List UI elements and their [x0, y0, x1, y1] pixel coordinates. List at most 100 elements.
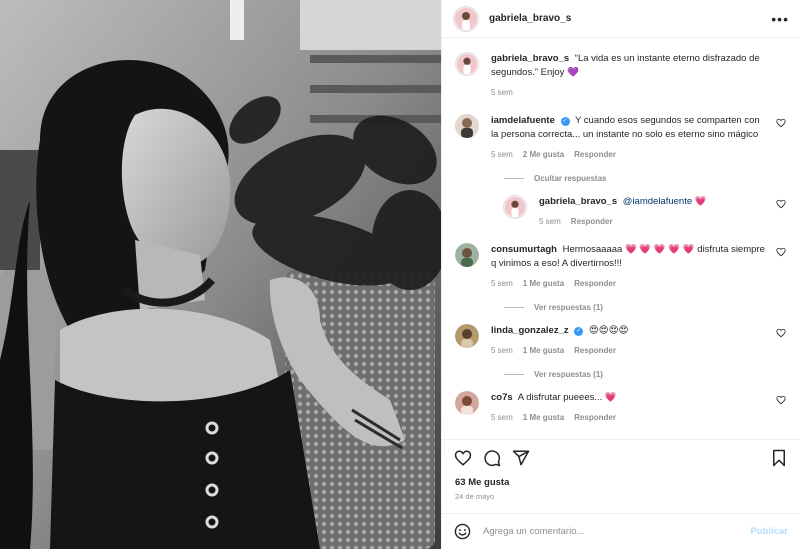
reply-text-block: gabriela_bravo_s @iamdelafuente 💗: [539, 195, 768, 209]
post-header: gabriela_bravo_s •••: [442, 0, 800, 38]
comment-icon[interactable]: [483, 449, 501, 467]
caption-emoji: 💜: [567, 67, 579, 78]
reply-item: gabriela_bravo_s @iamdelafuente 💗 5 sem …: [503, 195, 786, 229]
verified-badge-icon: ✓: [574, 327, 584, 336]
comment-meta: 5 sem 1 Me gusta Responder: [491, 411, 768, 425]
comment-emoji: 💗 💗 💗 💗 💗: [624, 244, 695, 255]
instagram-post-modal: gabriela_bravo_s ••• gabriela_bravo_s “L: [0, 0, 800, 549]
reply-button[interactable]: Responder: [571, 215, 613, 229]
replies-divider: [504, 178, 524, 179]
post-side-panel: gabriela_bravo_s ••• gabriela_bravo_s “L: [441, 0, 800, 549]
smiley-icon[interactable]: [454, 523, 471, 540]
post-actions-bar: [442, 439, 800, 475]
likes-count[interactable]: 63 Me gusta: [442, 475, 800, 488]
commenter-avatar[interactable]: [455, 324, 479, 348]
reply-avatar-image: [505, 197, 525, 217]
reply-button[interactable]: Responder: [574, 277, 616, 291]
comment-item: co7s A disfrutar pueees... 💗 5 sem 1 Me …: [455, 391, 786, 425]
reply-button[interactable]: Responder: [574, 148, 616, 162]
comment-body: iamdelafuente ✓ Y cuando esos segundos s…: [491, 114, 786, 162]
reply-button[interactable]: Responder: [574, 344, 616, 358]
reply-meta: 5 sem Responder: [539, 215, 768, 229]
commenter-avatar-image: [455, 324, 479, 348]
add-comment-bar: Publicar: [442, 513, 800, 549]
comment-item: linda_gonzalez_z ✓ 😍😍😍😍 5 sem 1 Me gusta…: [455, 324, 786, 358]
bookmark-icon[interactable]: [770, 449, 788, 467]
verified-badge-icon: ✓: [560, 117, 570, 126]
more-horizontal-icon[interactable]: •••: [771, 11, 789, 27]
reply-mention[interactable]: @iamdelafuente: [623, 196, 692, 207]
commenter-avatar[interactable]: [455, 391, 479, 415]
comment-username[interactable]: linda_gonzalez_z: [491, 325, 569, 336]
reply-username[interactable]: gabriela_bravo_s: [539, 196, 617, 207]
hide-replies-toggle[interactable]: Ocultar respuestas: [504, 174, 786, 183]
view-replies-toggle[interactable]: Ver respuestas (1): [504, 303, 786, 312]
view-replies-label: Ver respuestas (1): [534, 303, 603, 312]
comment-text-block: consumurtagh Hermosaaaaa 💗 💗 💗 💗 💗 disfr…: [491, 243, 768, 271]
author-avatar-image: [455, 7, 477, 30]
comment-meta: 5 sem 1 Me gusta Responder: [491, 277, 768, 291]
reply-body: gabriela_bravo_s @iamdelafuente 💗 5 sem …: [539, 195, 786, 229]
publish-button[interactable]: Publicar: [751, 526, 789, 537]
replies-divider: [504, 307, 524, 308]
caption-avatar-image: [457, 54, 477, 74]
comment-text-block: linda_gonzalez_z ✓ 😍😍😍😍: [491, 324, 768, 338]
comment-emoji: 😍😍😍😍: [588, 325, 629, 336]
comment-time[interactable]: 5 sem: [491, 148, 513, 162]
post-date[interactable]: 24 de mayo: [442, 488, 800, 513]
comment-username[interactable]: iamdelafuente: [491, 115, 555, 126]
author-username[interactable]: gabriela_bravo_s: [489, 13, 571, 24]
like-comment-heart-icon[interactable]: [776, 328, 786, 338]
reply-time[interactable]: 5 sem: [539, 215, 561, 229]
post-photo[interactable]: [0, 0, 441, 549]
comment-text-block: iamdelafuente ✓ Y cuando esos segundos s…: [491, 114, 768, 142]
reply-emoji: 💗: [694, 196, 707, 207]
caption: gabriela_bravo_s “La vida es un instante…: [455, 52, 786, 100]
hide-replies-label: Ocultar respuestas: [534, 174, 607, 183]
comment-emoji: 💗: [604, 392, 617, 403]
caption-body: gabriela_bravo_s “La vida es un instante…: [491, 52, 786, 100]
heart-icon[interactable]: [454, 449, 472, 467]
comment-likes[interactable]: 1 Me gusta: [523, 344, 564, 358]
comment-likes[interactable]: 1 Me gusta: [523, 277, 564, 291]
comment-meta: 5 sem 2 Me gusta Responder: [491, 148, 768, 162]
commenter-avatar-image: [455, 243, 479, 267]
view-replies-toggle[interactable]: Ver respuestas (1): [504, 370, 786, 379]
caption-time[interactable]: 5 sem: [491, 86, 513, 100]
author-avatar[interactable]: [453, 5, 479, 32]
commenter-avatar-image: [455, 391, 479, 415]
comment-item: consumurtagh Hermosaaaaa 💗 💗 💗 💗 💗 disfr…: [455, 243, 786, 291]
commenter-avatar[interactable]: [455, 243, 479, 267]
caption-username[interactable]: gabriela_bravo_s: [491, 53, 569, 64]
comment-text: Hermosaaaaa: [562, 244, 623, 255]
reply-avatar[interactable]: [503, 195, 527, 219]
like-comment-heart-icon[interactable]: [776, 247, 786, 257]
comment-username[interactable]: co7s: [491, 392, 513, 403]
comment-meta: 5 sem 1 Me gusta Responder: [491, 344, 768, 358]
comment-body: co7s A disfrutar pueees... 💗 5 sem 1 Me …: [491, 391, 786, 425]
send-icon[interactable]: [512, 449, 530, 467]
comment-username[interactable]: consumurtagh: [491, 244, 557, 255]
comment-text: A disfrutar pueees...: [517, 392, 603, 403]
view-replies-label: Ver respuestas (1): [534, 370, 603, 379]
author-avatar[interactable]: [455, 52, 479, 76]
reply-button[interactable]: Responder: [574, 411, 616, 425]
comment-time[interactable]: 5 sem: [491, 344, 513, 358]
comment-likes[interactable]: 1 Me gusta: [523, 411, 564, 425]
comment-time[interactable]: 5 sem: [491, 411, 513, 425]
comments-list[interactable]: gabriela_bravo_s “La vida es un instante…: [442, 38, 800, 439]
caption-meta: 5 sem: [491, 86, 768, 100]
comment-time[interactable]: 5 sem: [491, 277, 513, 291]
comment-body: consumurtagh Hermosaaaaa 💗 💗 💗 💗 💗 disfr…: [491, 243, 786, 291]
photo-illustration: [0, 0, 441, 549]
comment-item: iamdelafuente ✓ Y cuando esos segundos s…: [455, 114, 786, 162]
like-reply-heart-icon[interactable]: [776, 199, 786, 209]
like-comment-heart-icon[interactable]: [776, 395, 786, 405]
commenter-avatar[interactable]: [455, 114, 479, 138]
add-comment-input[interactable]: [483, 526, 751, 537]
comment-text-block: co7s A disfrutar pueees... 💗: [491, 391, 768, 405]
comment-likes[interactable]: 2 Me gusta: [523, 148, 564, 162]
like-comment-heart-icon[interactable]: [776, 118, 786, 128]
comment-body: linda_gonzalez_z ✓ 😍😍😍😍 5 sem 1 Me gusta…: [491, 324, 786, 358]
caption-text-block: gabriela_bravo_s “La vida es un instante…: [491, 52, 768, 80]
